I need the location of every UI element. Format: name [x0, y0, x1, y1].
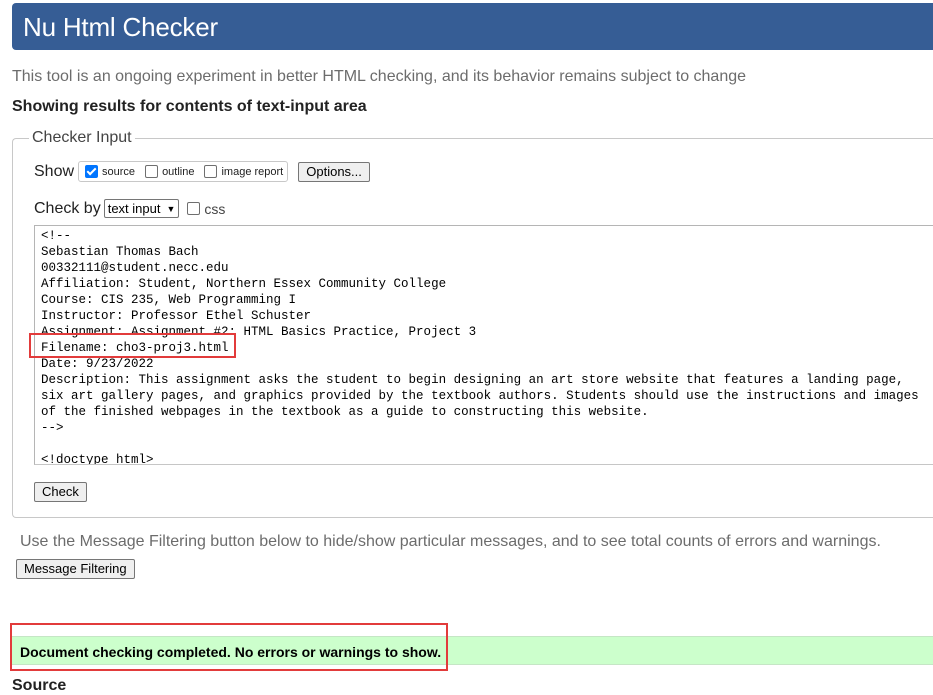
source-line: of the finished webpages in the textbook…	[41, 405, 649, 419]
results-heading: Showing results for contents of text-inp…	[12, 98, 367, 115]
source-line: -->	[41, 421, 64, 435]
intro-text: This tool is an ongoing experiment in be…	[12, 68, 747, 85]
source-line: Instructor: Professor Ethel Schuster	[41, 309, 312, 323]
chevron-down-icon: ▼	[166, 203, 176, 214]
source-checkbox[interactable]	[85, 165, 99, 178]
filter-note: Use the Message Filtering button below t…	[20, 533, 881, 550]
filename-highlight-box	[29, 333, 236, 358]
source-label: source	[102, 165, 136, 178]
source-heading: Source	[12, 677, 67, 694]
source-line: Date: 9/23/2022	[41, 357, 154, 371]
css-label: css	[204, 200, 226, 217]
message-filtering-button[interactable]: Message Filtering	[16, 559, 135, 579]
source-line: <!--	[41, 229, 72, 243]
show-label: Show	[34, 162, 75, 180]
check-button[interactable]: Check	[34, 482, 87, 502]
outline-checkbox[interactable]	[145, 165, 159, 178]
source-line: six art gallery pages, and graphics prov…	[41, 389, 919, 403]
page-title: Nu Html Checker	[23, 12, 218, 42]
source-line: <!doctype html>	[41, 453, 154, 465]
source-line: Affiliation: Student, Northern Essex Com…	[41, 277, 447, 291]
options-button[interactable]: Options...	[298, 161, 370, 182]
image-report-label: image report	[221, 165, 284, 178]
source-line: Course: CIS 235, Web Programming I	[41, 293, 297, 307]
source-line: 00332111@student.necc.edu	[41, 261, 229, 275]
checker-input-legend: Checker Input	[29, 129, 135, 147]
source-line: Description: This assignment asks the st…	[41, 373, 904, 387]
show-options-group: source outline image report	[78, 161, 289, 182]
css-checkbox[interactable]	[187, 202, 201, 215]
source-line: Sebastian Thomas Bach	[41, 245, 199, 259]
check-by-value: text input	[107, 201, 161, 216]
checker-input-fieldset: Checker Input Show source outline image …	[12, 129, 933, 518]
check-by-label: Check by	[34, 199, 101, 217]
image-report-checkbox[interactable]	[204, 165, 218, 178]
show-options-row: Show source outline image report Options…	[34, 161, 370, 182]
check-by-row: Check by text input ▼ css	[34, 199, 225, 218]
page-header: Nu Html Checker	[12, 3, 933, 50]
outline-label: outline	[162, 165, 195, 178]
success-highlight-box	[10, 623, 448, 671]
check-by-select[interactable]: text input ▼	[103, 199, 180, 218]
